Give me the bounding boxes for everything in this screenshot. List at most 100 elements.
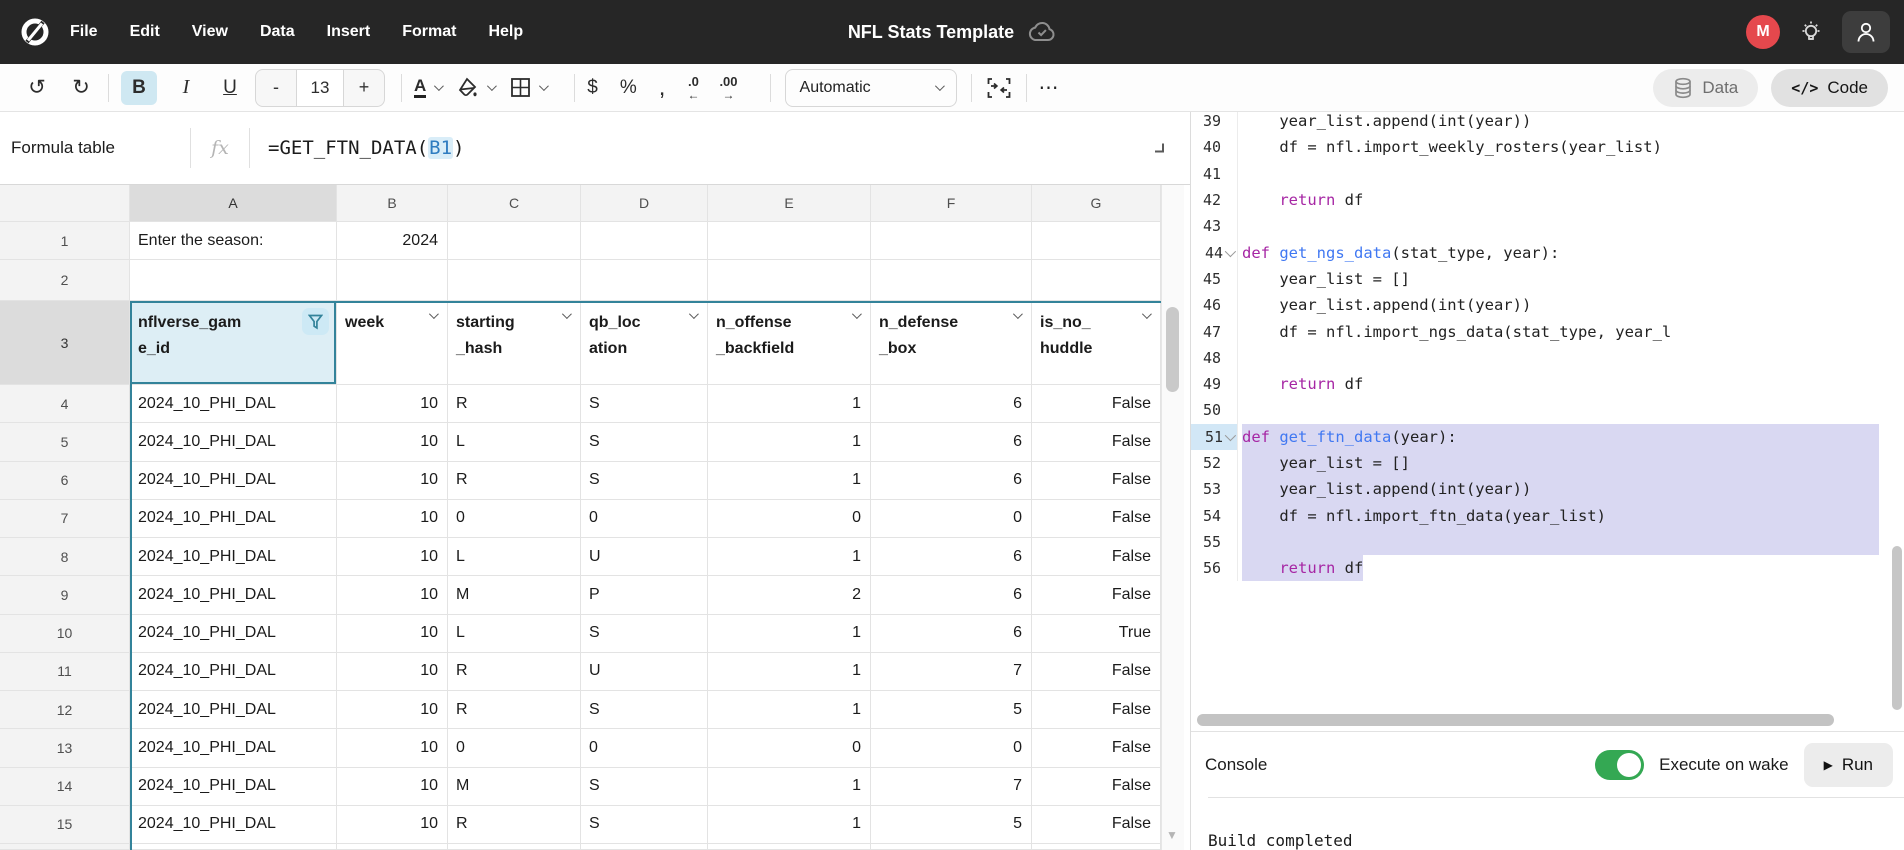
column-header-G[interactable]: G [1032, 185, 1161, 222]
cell[interactable]: 10 [337, 500, 448, 538]
cell[interactable]: False [1032, 691, 1161, 729]
text-color-button[interactable]: A [414, 77, 441, 98]
cell[interactable]: 1 [708, 462, 871, 500]
select-all-corner[interactable] [0, 185, 130, 222]
font-size-value[interactable]: 13 [296, 70, 344, 106]
cell[interactable]: 7 [871, 653, 1032, 691]
code-line-54[interactable]: 54 df = nfl.import_ftn_data(year_list) [1191, 502, 1904, 528]
chevron-down-icon[interactable] [539, 81, 549, 91]
cell[interactable]: 1 [708, 806, 871, 844]
cell[interactable]: 10 [337, 538, 448, 576]
cell[interactable] [581, 260, 708, 301]
more-options-button[interactable]: ⋯ [1039, 75, 1061, 100]
column-sort-chevron-icon[interactable] [562, 309, 572, 319]
italic-button[interactable]: I [171, 71, 201, 105]
code-line-43[interactable]: 43 [1191, 213, 1904, 239]
menu-item-view[interactable]: View [192, 23, 228, 41]
cell[interactable]: 2024_10_PHI_DAL [130, 729, 337, 767]
cell[interactable]: 6 [871, 385, 1032, 423]
cell[interactable] [337, 844, 448, 850]
cell[interactable]: 10 [337, 385, 448, 423]
cell[interactable]: False [1032, 576, 1161, 614]
cell[interactable]: 0 [708, 729, 871, 767]
cell[interactable]: S [581, 806, 708, 844]
row-header-4[interactable]: 4 [0, 385, 130, 423]
column-sort-chevron-icon[interactable] [689, 309, 699, 319]
cell[interactable]: L [448, 423, 581, 461]
column-sort-chevron-icon[interactable] [852, 309, 862, 319]
cell[interactable]: False [1032, 653, 1161, 691]
cell[interactable]: False [1032, 729, 1161, 767]
underline-button[interactable]: U [215, 71, 245, 105]
cell[interactable]: 6 [871, 576, 1032, 614]
cell[interactable] [448, 260, 581, 301]
cell[interactable]: False [1032, 462, 1161, 500]
cell[interactable]: False [1032, 423, 1161, 461]
row-header-12[interactable]: 12 [0, 691, 130, 729]
row-header-1[interactable]: 1 [0, 222, 130, 260]
cell[interactable]: L [448, 538, 581, 576]
cell[interactable]: 2024_10_PHI_DAL [130, 576, 337, 614]
cell[interactable]: U [581, 653, 708, 691]
cell[interactable] [581, 844, 708, 850]
cell[interactable]: 10 [337, 729, 448, 767]
cell[interactable] [1032, 844, 1161, 850]
cell[interactable]: 10 [337, 653, 448, 691]
code-line-51[interactable]: 51def get_ftn_data(year): [1191, 424, 1904, 450]
code-line-55[interactable]: 55 [1191, 529, 1904, 555]
code-line-46[interactable]: 46 year_list.append(int(year)) [1191, 292, 1904, 318]
row-header-8[interactable]: 8 [0, 538, 130, 576]
row-header-5[interactable]: 5 [0, 423, 130, 461]
row-header-3[interactable]: 3 [0, 301, 130, 385]
menu-item-data[interactable]: Data [260, 23, 295, 41]
cell[interactable] [708, 222, 871, 260]
cell[interactable]: 2024_10_PHI_DAL [130, 615, 337, 653]
code-line-42[interactable]: 42 return df [1191, 187, 1904, 213]
bold-button[interactable]: B [121, 71, 157, 105]
cell[interactable]: L [448, 615, 581, 653]
cell[interactable]: False [1032, 538, 1161, 576]
row-header-15[interactable]: 15 [0, 806, 130, 844]
column-sort-chevron-icon[interactable] [1142, 309, 1152, 319]
cell-B1[interactable]: 2024 [337, 222, 448, 260]
document-title[interactable]: NFL Stats Template [848, 22, 1014, 43]
cell[interactable]: S [581, 768, 708, 806]
code-line-53[interactable]: 53 year_list.append(int(year)) [1191, 476, 1904, 502]
cell[interactable]: 0 [708, 500, 871, 538]
percent-format-button[interactable]: % [620, 77, 637, 99]
code-vertical-scrollbar-thumb[interactable] [1892, 546, 1902, 710]
cell[interactable]: 1 [708, 691, 871, 729]
cell[interactable]: S [581, 423, 708, 461]
chevron-down-icon[interactable] [434, 81, 444, 91]
cell[interactable]: S [581, 691, 708, 729]
borders-button[interactable] [510, 77, 546, 98]
font-size-increase-button[interactable]: + [344, 70, 384, 106]
name-box[interactable]: Formula table [0, 138, 190, 158]
cell[interactable]: 2024_10_PHI_DAL [130, 538, 337, 576]
row-header-16[interactable] [0, 844, 130, 850]
cell[interactable]: S [581, 615, 708, 653]
cell[interactable] [581, 222, 708, 260]
app-logo-icon[interactable] [18, 15, 52, 49]
increase-decimals-button[interactable]: .00 → [719, 75, 737, 101]
cell[interactable]: 2024_10_PHI_DAL [130, 423, 337, 461]
redo-button[interactable]: ↻ [66, 71, 96, 105]
cell[interactable]: False [1032, 768, 1161, 806]
undo-button[interactable]: ↺ [22, 71, 52, 105]
column-sort-chevron-icon[interactable] [1013, 309, 1023, 319]
row-header-14[interactable]: 14 [0, 768, 130, 806]
column-header-D[interactable]: D [581, 185, 708, 222]
fill-color-button[interactable] [457, 77, 494, 99]
cell[interactable] [708, 844, 871, 850]
cell[interactable]: 2024_10_PHI_DAL [130, 500, 337, 538]
cell[interactable]: 5 [871, 806, 1032, 844]
code-line-44[interactable]: 44def get_ngs_data(stat_type, year): [1191, 239, 1904, 265]
row-header-9[interactable]: 9 [0, 576, 130, 614]
run-button[interactable]: ▶ Run [1804, 743, 1893, 787]
decrease-decimals-button[interactable]: .0 ← [687, 75, 699, 101]
cell[interactable]: 0 [448, 729, 581, 767]
cell[interactable]: 10 [337, 615, 448, 653]
code-panel-button[interactable]: </> Code [1771, 69, 1888, 107]
cell[interactable]: 2024_10_PHI_DAL [130, 768, 337, 806]
row-header-10[interactable]: 10 [0, 615, 130, 653]
